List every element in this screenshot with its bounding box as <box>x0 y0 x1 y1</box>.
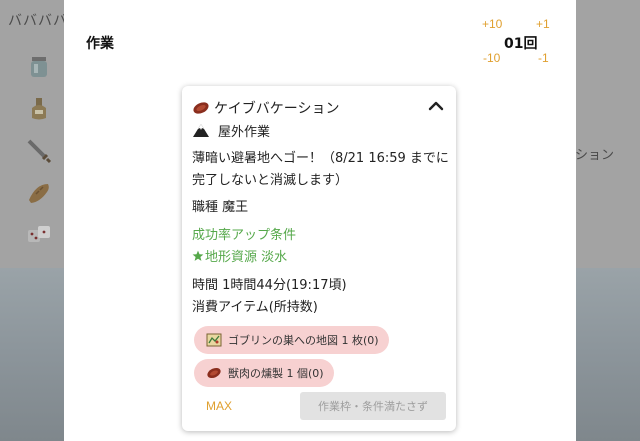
bonus-condition-label: 地形資源 淡水 <box>205 250 288 265</box>
meat-icon <box>207 367 221 379</box>
bread-icon <box>26 180 52 206</box>
quest-title: ケイブバケーション <box>214 101 340 117</box>
bonus-conditions-heading: 成功率アップ条件 <box>192 228 297 243</box>
consume-item-label: 獣肉の燻製 1 個(0) <box>228 367 324 380</box>
work-count: 01回 <box>504 36 538 52</box>
background-side-text: ション <box>575 148 615 163</box>
plus-one-button[interactable]: +1 <box>536 17 550 31</box>
jar-icon <box>26 54 52 80</box>
collapse-button[interactable] <box>426 96 446 116</box>
minus-ten-button[interactable]: -10 <box>483 51 500 65</box>
quest-card: ケイブバケーション 屋外作業 薄暗い避暑地へゴー！（8/21 16:59 までに… <box>182 86 456 431</box>
quest-type: 屋外作業 <box>192 120 270 140</box>
background-strip-text: ババババ <box>8 13 68 29</box>
max-button[interactable]: MAX <box>206 399 232 413</box>
plus-ten-button[interactable]: +10 <box>482 17 502 31</box>
consume-item-label: ゴブリンの巣への地図 1 枚(0) <box>228 334 379 347</box>
quest-time: 時間 1時間44分(19:17頃) <box>192 278 347 293</box>
quest-header: ケイブバケーション <box>192 98 339 118</box>
bonus-condition-item: 地形資源 淡水 <box>192 246 287 265</box>
work-title: 作業 <box>86 36 114 52</box>
quest-job: 職種 魔王 <box>192 200 249 215</box>
star-icon <box>192 250 204 261</box>
meat-icon <box>193 102 209 114</box>
dice-icon <box>26 222 52 248</box>
sword-icon <box>26 138 52 164</box>
consume-item-chip[interactable]: ゴブリンの巣への地図 1 枚(0) <box>194 326 389 354</box>
minus-one-button[interactable]: -1 <box>538 51 549 65</box>
potion-icon <box>26 96 52 122</box>
consume-item-chip[interactable]: 獣肉の燻製 1 個(0) <box>194 359 334 387</box>
chevron-up-icon <box>428 101 444 111</box>
quest-type-label: 屋外作業 <box>218 124 271 140</box>
consume-items-heading: 消費アイテム(所持数) <box>192 300 318 315</box>
start-work-button[interactable]: 作業枠・条件満たさず <box>300 392 446 420</box>
mountain-icon <box>193 124 209 137</box>
quest-description: 薄暗い避暑地へゴー！（8/21 16:59 までに完了しないと消滅します） <box>192 151 449 188</box>
map-icon <box>206 333 222 347</box>
